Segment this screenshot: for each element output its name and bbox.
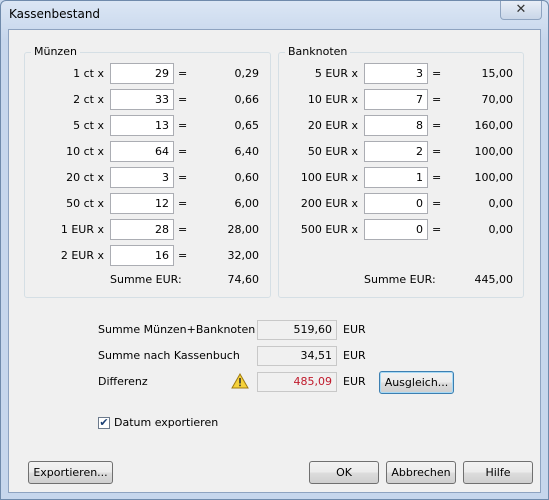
coins-count-input[interactable]: 3	[110, 167, 174, 188]
coins-row-value: 0,66	[234, 93, 260, 106]
coins-row-value: 6,00	[234, 197, 260, 210]
coins-row-value: 0,65	[234, 119, 260, 132]
cashbook-field: 34,51	[257, 346, 337, 366]
coins-group-title: Münzen	[31, 45, 80, 58]
cashbook-label: Summe nach Kassenbuch	[98, 349, 240, 362]
notes-count-input[interactable]: 7	[364, 89, 428, 110]
notes-row-value: 100,00	[474, 145, 514, 158]
notes-denomination-label: 50 EUR x	[307, 145, 358, 158]
coins-denomination-label: 2 EUR x	[60, 249, 104, 262]
coins-denomination-label: 1 EUR x	[60, 223, 104, 236]
coins-count-input[interactable]: 16	[110, 245, 174, 266]
notes-denomination-label: 20 EUR x	[307, 119, 358, 132]
coins-equals-sign: =	[178, 145, 188, 158]
notes-count-input[interactable]: 1	[364, 167, 428, 188]
notes-count-input[interactable]: 3	[364, 63, 428, 84]
coins-denomination-label: 20 ct x	[66, 171, 104, 184]
ok-button[interactable]: OK	[309, 461, 379, 484]
coins-sum-value: 74,60	[227, 273, 260, 286]
coins-denomination-label: 10 ct x	[66, 145, 104, 158]
notes-denomination-label: 500 EUR x	[300, 223, 358, 236]
coins-equals-sign: =	[178, 171, 188, 184]
window-title: Kassenbestand	[9, 7, 101, 21]
balance-button[interactable]: Ausgleich...	[379, 371, 454, 394]
cancel-button[interactable]: Abbrechen	[386, 461, 456, 484]
notes-group-title: Banknoten	[285, 45, 351, 58]
coins-count-input[interactable]: 64	[110, 141, 174, 162]
dialog-client-area: Münzen Summe EUR: 74,60 Banknoten Summe …	[8, 29, 541, 493]
notes-row-value: 0,00	[488, 223, 514, 236]
notes-sum-value: 445,00	[474, 273, 514, 286]
notes-denomination-label: 100 EUR x	[300, 171, 358, 184]
title-bar[interactable]: Kassenbestand ✕	[1, 1, 548, 29]
notes-equals-sign: =	[432, 145, 442, 158]
notes-count-input[interactable]: 2	[364, 141, 428, 162]
notes-denomination-label: 10 EUR x	[307, 93, 358, 106]
notes-equals-sign: =	[432, 119, 442, 132]
coins-count-input[interactable]: 33	[110, 89, 174, 110]
export-date-label[interactable]: Datum exportieren	[114, 413, 218, 433]
coins-row-value: 32,00	[227, 249, 260, 262]
coins-count-input[interactable]: 29	[110, 63, 174, 84]
cashbook-unit: EUR	[343, 349, 366, 362]
coins-row-value: 0,29	[234, 67, 260, 80]
coins-equals-sign: =	[178, 223, 188, 236]
coins-sum-label: Summe EUR:	[110, 273, 182, 286]
difference-field: 485,09	[257, 372, 337, 392]
export-button[interactable]: Exportieren...	[28, 461, 113, 484]
coins-denomination-label: 1 ct x	[73, 67, 104, 80]
warning-icon	[231, 373, 249, 389]
coins-row-value: 0,60	[234, 171, 260, 184]
coins-row-value: 28,00	[227, 223, 260, 236]
notes-equals-sign: =	[432, 67, 442, 80]
coins-denomination-label: 50 ct x	[66, 197, 104, 210]
coins-denomination-label: 2 ct x	[73, 93, 104, 106]
coins-count-input[interactable]: 13	[110, 115, 174, 136]
coins-count-input[interactable]: 28	[110, 219, 174, 240]
notes-count-input[interactable]: 0	[364, 193, 428, 214]
coins-equals-sign: =	[178, 67, 188, 80]
notes-equals-sign: =	[432, 93, 442, 106]
notes-equals-sign: =	[432, 171, 442, 184]
help-button[interactable]: Hilfe	[463, 461, 533, 484]
notes-row-value: 160,00	[474, 119, 514, 132]
notes-count-input[interactable]: 8	[364, 115, 428, 136]
coins-equals-sign: =	[178, 197, 188, 210]
coins-count-input[interactable]: 12	[110, 193, 174, 214]
notes-equals-sign: =	[432, 223, 442, 236]
coins-denomination-label: 5 ct x	[73, 119, 104, 132]
notes-row-value: 0,00	[488, 197, 514, 210]
coins-equals-sign: =	[178, 93, 188, 106]
notes-denomination-label: 200 EUR x	[300, 197, 358, 210]
notes-denomination-label: 5 EUR x	[314, 67, 358, 80]
notes-row-value: 70,00	[481, 93, 514, 106]
checkmark-icon: ✔	[99, 416, 109, 429]
close-button[interactable]: ✕	[500, 1, 542, 20]
notes-row-value: 15,00	[481, 67, 514, 80]
notes-row-value: 100,00	[474, 171, 514, 184]
notes-count-input[interactable]: 0	[364, 219, 428, 240]
notes-equals-sign: =	[432, 197, 442, 210]
coins-equals-sign: =	[178, 249, 188, 262]
notes-sum-label: Summe EUR:	[364, 273, 436, 286]
sum-all-field: 519,60	[257, 320, 337, 340]
difference-label: Differenz	[98, 375, 148, 388]
dialog-window: Kassenbestand ✕ Münzen Summe EUR: 74,60 …	[0, 0, 549, 500]
sum-all-label: Summe Münzen+Banknoten	[98, 323, 256, 336]
close-icon: ✕	[515, 2, 527, 17]
export-date-checkbox[interactable]: ✔	[98, 417, 110, 429]
difference-unit: EUR	[343, 375, 366, 388]
coins-row-value: 6,40	[234, 145, 260, 158]
sum-all-unit: EUR	[343, 323, 366, 336]
coins-equals-sign: =	[178, 119, 188, 132]
